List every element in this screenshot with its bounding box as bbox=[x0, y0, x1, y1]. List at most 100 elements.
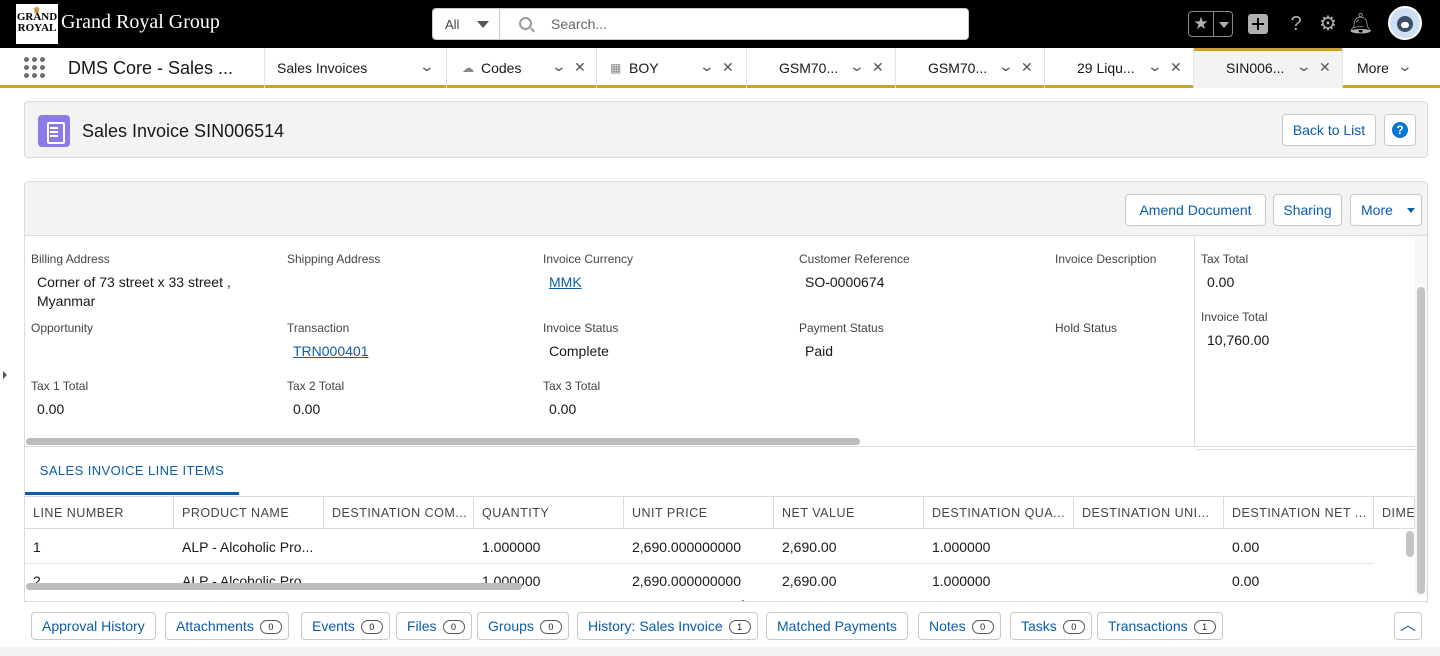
tab-gsm70-1[interactable]: GSM70... ⌄ ✕ bbox=[746, 48, 895, 88]
related-files[interactable]: Files 0 bbox=[396, 612, 472, 640]
favorites-dropdown-icon[interactable] bbox=[1219, 22, 1229, 28]
help-icon[interactable]: ? bbox=[1284, 12, 1308, 36]
close-icon[interactable]: ✕ bbox=[1021, 59, 1033, 76]
related-groups[interactable]: Groups 0 bbox=[477, 612, 569, 640]
panel-toggle-icon[interactable] bbox=[3, 371, 7, 379]
column-header[interactable]: QUANTITY bbox=[474, 497, 624, 529]
expand-up-icon[interactable]: ︿ bbox=[1394, 612, 1422, 640]
transaction-link[interactable]: TRN000401 bbox=[293, 342, 369, 360]
close-icon[interactable]: ✕ bbox=[1170, 59, 1182, 76]
sharing-button[interactable]: Sharing bbox=[1273, 194, 1342, 226]
field-label: Tax 2 Total bbox=[287, 379, 345, 393]
table-cell: 2,690.00 bbox=[774, 530, 924, 564]
chevron-down-icon[interactable]: ⌄ bbox=[849, 58, 865, 75]
related-label: Groups bbox=[488, 618, 534, 634]
table-cell: 1.000000 bbox=[924, 564, 1074, 592]
tab-sin006[interactable]: SIN006... ⌄ ✕ bbox=[1193, 48, 1342, 88]
column-header[interactable]: DESTINATION UNI... bbox=[1074, 497, 1224, 529]
global-actions-add-icon[interactable] bbox=[1248, 14, 1268, 34]
column-header[interactable]: DESTINATION NET ... bbox=[1224, 497, 1374, 529]
chevron-down-icon[interactable]: ⌄ bbox=[998, 58, 1014, 75]
vertical-scrollbar[interactable] bbox=[1417, 287, 1425, 594]
table-vertical-scrollbar[interactable] bbox=[1406, 531, 1414, 557]
app-launcher-icon[interactable] bbox=[24, 57, 46, 79]
related-tasks[interactable]: Tasks 0 bbox=[1010, 612, 1092, 640]
field-label: Invoice Total bbox=[1201, 310, 1268, 324]
search-scope-label: All bbox=[445, 17, 460, 32]
record-detail-card: Amend Document Sharing More Billing Addr… bbox=[24, 181, 1428, 656]
column-header[interactable]: NET VALUE bbox=[774, 497, 924, 529]
company-logo[interactable]: ♛ GRAND ROYAL bbox=[16, 4, 58, 44]
tab-sales-invoices[interactable]: Sales Invoices ⌄ bbox=[264, 48, 446, 88]
gear-icon[interactable]: ⚙ bbox=[1316, 12, 1340, 36]
related-label: Matched Payments bbox=[777, 618, 897, 634]
page-title: Sales Invoice SIN006514 bbox=[82, 121, 285, 141]
related-notes[interactable]: Notes 0 bbox=[918, 612, 1001, 640]
global-header: ♛GRANDROYAL Grand Royal Group All ★ ? ⚙ … bbox=[0, 0, 1440, 48]
chevron-down-icon[interactable]: ⌄ bbox=[419, 58, 435, 75]
chevron-down-icon[interactable]: ⌄ bbox=[1296, 58, 1312, 75]
close-icon[interactable]: ✕ bbox=[574, 59, 586, 76]
more-label: More bbox=[1361, 202, 1393, 218]
related-matched-payments[interactable]: Matched Payments bbox=[766, 612, 908, 640]
favorites-button[interactable]: ★ bbox=[1188, 11, 1233, 37]
tab-29-liqu[interactable]: 29 Liqu... ⌄ ✕ bbox=[1044, 48, 1193, 88]
column-header[interactable]: DESTINATION COM... bbox=[324, 497, 474, 529]
table-cell: 2,690.000000000 bbox=[624, 564, 774, 592]
related-transactions[interactable]: Transactions 1 bbox=[1097, 612, 1223, 640]
tab-gsm70-2[interactable]: GSM70... ⌄ ✕ bbox=[895, 48, 1044, 88]
invoice-status-value: Complete bbox=[549, 343, 609, 359]
tab-label: More bbox=[1357, 60, 1389, 76]
tab-sales-invoice-line-items[interactable]: SALES INVOICE LINE ITEMS bbox=[25, 447, 239, 495]
line-items-table: LINE NUMBER PRODUCT NAME DESTINATION COM… bbox=[25, 496, 1415, 592]
related-approval-history[interactable]: Approval History bbox=[31, 612, 156, 640]
field-label: Transaction bbox=[287, 321, 350, 335]
column-header[interactable]: UNIT PRICE bbox=[624, 497, 774, 529]
related-label: Transactions bbox=[1108, 618, 1188, 634]
more-actions-button[interactable]: More bbox=[1350, 194, 1422, 226]
field-label: Customer Reference bbox=[799, 252, 910, 266]
table-cell: 2,690.000000000 bbox=[624, 530, 774, 564]
column-header[interactable]: PRODUCT NAME bbox=[174, 497, 324, 529]
column-header[interactable]: DIME bbox=[1374, 497, 1415, 529]
tab-label: GSM70... bbox=[928, 60, 988, 76]
close-icon[interactable]: ✕ bbox=[1319, 59, 1331, 76]
chevron-down-icon[interactable]: ⌄ bbox=[551, 58, 567, 75]
table-cell bbox=[1074, 564, 1224, 592]
avatar[interactable] bbox=[1388, 6, 1422, 40]
amend-document-button[interactable]: Amend Document bbox=[1125, 194, 1266, 226]
tab-label: SIN006... bbox=[1226, 60, 1285, 76]
search-scope-select[interactable]: All bbox=[433, 9, 500, 39]
horizontal-scrollbar[interactable] bbox=[26, 438, 860, 445]
help-button[interactable]: ? bbox=[1384, 114, 1416, 146]
close-icon[interactable]: ✕ bbox=[722, 59, 734, 76]
table-horizontal-scrollbar[interactable] bbox=[26, 583, 522, 590]
tab-boy[interactable]: ▦ BOY ⌄ ✕ bbox=[596, 48, 746, 88]
brand-name: Grand Royal Group bbox=[61, 11, 220, 33]
billing-address-line2: Myanmar bbox=[37, 293, 96, 309]
related-attachments[interactable]: Attachments 0 bbox=[165, 612, 289, 640]
field-label: Billing Address bbox=[31, 252, 110, 266]
close-icon[interactable]: ✕ bbox=[872, 59, 884, 76]
table-cell: 0.00 bbox=[1224, 564, 1374, 592]
search-input[interactable] bbox=[551, 14, 951, 34]
chevron-down-icon[interactable]: ⌄ bbox=[1147, 58, 1163, 75]
bell-icon[interactable]: 🔔︎ bbox=[1348, 12, 1373, 36]
star-icon: ★ bbox=[1189, 12, 1214, 36]
global-search[interactable]: All bbox=[432, 8, 969, 40]
related-history-sales-invoice[interactable]: History: Sales Invoice 1 bbox=[577, 612, 758, 640]
cloud-icon: ☁ bbox=[462, 61, 474, 75]
back-to-list-button[interactable]: Back to List bbox=[1282, 114, 1376, 146]
related-label: Events bbox=[312, 618, 355, 634]
invoice-currency-link[interactable]: MMK bbox=[549, 273, 582, 291]
related-label: Files bbox=[407, 618, 437, 634]
tab-more[interactable]: More ⌄ bbox=[1342, 48, 1440, 88]
count-badge: 0 bbox=[442, 620, 465, 634]
column-header[interactable]: DESTINATION QUA... bbox=[924, 497, 1074, 529]
tab-codes[interactable]: ☁ Codes ⌄ ✕ bbox=[446, 48, 596, 88]
chevron-down-icon[interactable]: ⌄ bbox=[699, 58, 715, 75]
column-header[interactable]: LINE NUMBER bbox=[25, 497, 174, 529]
caret-down-icon bbox=[477, 21, 489, 28]
related-events[interactable]: Events 0 bbox=[301, 612, 390, 640]
record-header: Sales Invoice SIN006514 Back to List ? bbox=[24, 101, 1428, 158]
